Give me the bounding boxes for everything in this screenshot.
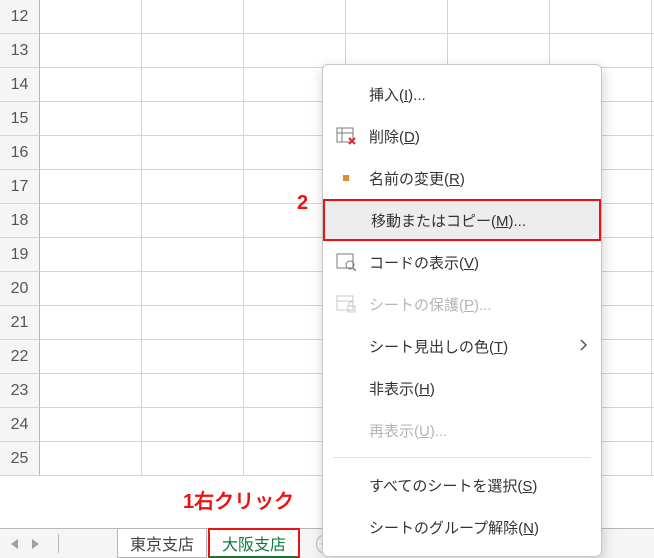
sheet-tab-osaka[interactable]: 大阪支店	[209, 529, 299, 558]
scroll-left-icon[interactable]	[11, 539, 18, 549]
divider	[58, 534, 59, 553]
menu-tab-color[interactable]: シート見出しの色(T)	[323, 325, 601, 367]
menu-move-or-copy[interactable]: 移動またはコピー(M)...	[323, 199, 601, 241]
row-header[interactable]: 25	[0, 442, 40, 476]
menu-hide[interactable]: 非表示(H)	[323, 367, 601, 409]
blank-icon	[335, 516, 357, 538]
menu-rename[interactable]: 名前の変更(R)	[323, 157, 601, 199]
row-header-strip: 12 13 14 15 16 17 18 19 20 21 22 23 24 2…	[0, 0, 40, 476]
row-header[interactable]: 12	[0, 0, 40, 34]
menu-separator	[333, 457, 591, 458]
row-header[interactable]: 14	[0, 68, 40, 102]
delete-sheet-icon	[335, 125, 357, 147]
menu-ungroup-sheets[interactable]: シートのグループ解除(N)	[323, 506, 601, 548]
row-header[interactable]: 23	[0, 374, 40, 408]
blank-icon	[335, 419, 357, 441]
rename-icon	[335, 167, 357, 189]
row-header[interactable]: 15	[0, 102, 40, 136]
sheet-scroll-controls	[0, 529, 50, 558]
chevron-right-icon	[579, 338, 587, 355]
menu-insert[interactable]: 挿入(I)...	[323, 73, 601, 115]
row-header[interactable]: 18	[0, 204, 40, 238]
view-code-icon	[335, 251, 357, 273]
row-header[interactable]: 20	[0, 272, 40, 306]
menu-view-code[interactable]: コードの表示(V)	[323, 241, 601, 283]
menu-unhide[interactable]: 再表示(U)...	[323, 409, 601, 451]
row-header[interactable]: 22	[0, 340, 40, 374]
row-header[interactable]: 17	[0, 170, 40, 204]
blank-icon	[335, 83, 357, 105]
row-header[interactable]: 21	[0, 306, 40, 340]
row-header[interactable]: 13	[0, 34, 40, 68]
row-header[interactable]: 16	[0, 136, 40, 170]
blank-icon	[335, 377, 357, 399]
protect-sheet-icon	[335, 293, 357, 315]
blank-icon	[337, 209, 359, 231]
sheet-tab-tokyo[interactable]: 東京支店	[117, 529, 207, 558]
menu-protect-sheet[interactable]: シートの保護(P)...	[323, 283, 601, 325]
sheet-context-menu: 挿入(I)... 削除(D) 名前の変更(R) 移動またはコピー(M)... コ…	[322, 64, 602, 557]
menu-delete[interactable]: 削除(D)	[323, 115, 601, 157]
blank-icon	[335, 335, 357, 357]
blank-icon	[335, 474, 357, 496]
row-header[interactable]: 19	[0, 238, 40, 272]
menu-select-all-sheets[interactable]: すべてのシートを選択(S)	[323, 464, 601, 506]
row-header[interactable]: 24	[0, 408, 40, 442]
scroll-right-icon[interactable]	[32, 539, 39, 549]
